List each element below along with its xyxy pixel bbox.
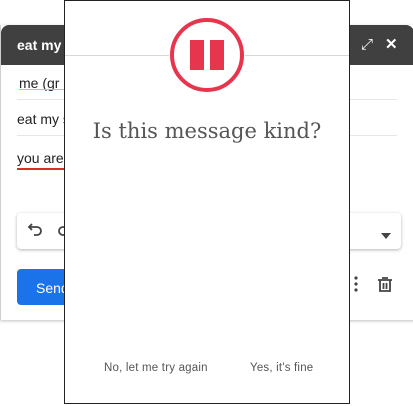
- message-body[interactable]: you are: [17, 150, 64, 166]
- undo-icon[interactable]: [27, 221, 43, 241]
- modal-question: Is this message kind?: [92, 119, 322, 143]
- chevron-down-icon[interactable]: [381, 225, 391, 243]
- recipient-highlight: [19, 89, 67, 90]
- compose-title: eat my: [17, 37, 62, 53]
- kindness-check-modal: Is this message kind? No, let me try aga…: [64, 0, 350, 404]
- expand-icon[interactable]: ⤢: [361, 37, 373, 53]
- try-again-button[interactable]: No, let me try again: [104, 362, 208, 374]
- pause-icon: [169, 17, 245, 93]
- spellcheck-underline: [17, 168, 67, 170]
- subject-field-value: eat my s: [17, 111, 70, 127]
- more-vertical-icon[interactable]: [353, 276, 359, 295]
- trash-icon[interactable]: [377, 276, 393, 296]
- confirm-kind-button[interactable]: Yes, it's fine: [250, 362, 313, 374]
- close-icon[interactable]: ✕: [385, 37, 398, 53]
